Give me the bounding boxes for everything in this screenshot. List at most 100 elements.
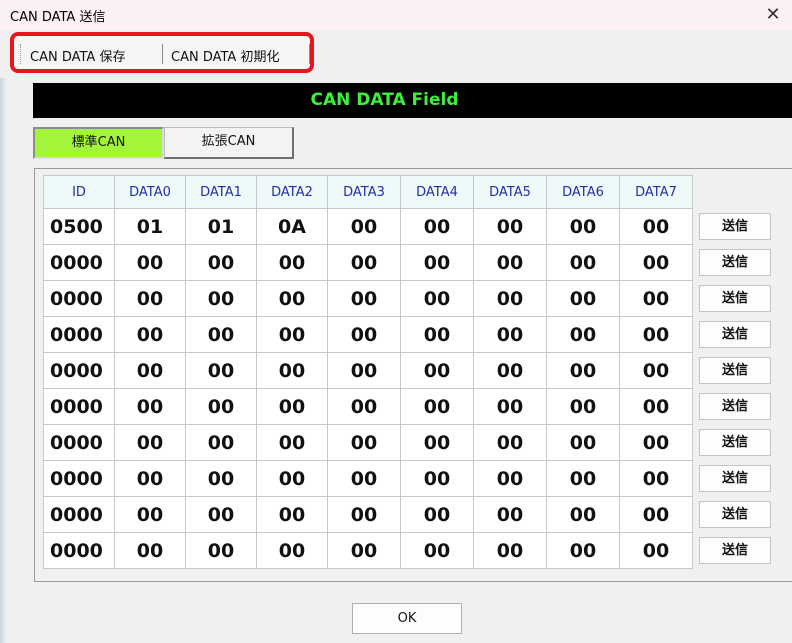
cell-data4[interactable]: 00 bbox=[400, 532, 474, 569]
cell-data7[interactable]: 00 bbox=[619, 388, 693, 425]
cell-data4[interactable]: 00 bbox=[400, 496, 474, 533]
tab-standard-can[interactable]: 標準CAN bbox=[33, 127, 164, 159]
cell-data4[interactable]: 00 bbox=[400, 424, 474, 461]
cell-id[interactable]: 0000 bbox=[43, 280, 115, 317]
cell-data2[interactable]: 00 bbox=[256, 424, 328, 461]
cell-data4[interactable]: 00 bbox=[400, 388, 474, 425]
cell-id[interactable]: 0000 bbox=[43, 460, 115, 497]
cell-data3[interactable]: 00 bbox=[327, 280, 401, 317]
cell-data2[interactable]: 0A bbox=[256, 208, 328, 245]
cell-data6[interactable]: 00 bbox=[546, 352, 620, 389]
cell-data1[interactable]: 00 bbox=[185, 532, 257, 569]
cell-data5[interactable]: 00 bbox=[473, 424, 547, 461]
cell-data2[interactable]: 00 bbox=[256, 496, 328, 533]
cell-data1[interactable]: 00 bbox=[185, 388, 257, 425]
cell-data5[interactable]: 00 bbox=[473, 316, 547, 353]
cell-data4[interactable]: 00 bbox=[400, 316, 474, 353]
cell-data3[interactable]: 00 bbox=[327, 460, 401, 497]
cell-data1[interactable]: 00 bbox=[185, 460, 257, 497]
cell-data3[interactable]: 00 bbox=[327, 244, 401, 281]
cell-data3[interactable]: 00 bbox=[327, 424, 401, 461]
send-button[interactable]: 送信 bbox=[699, 249, 771, 276]
cell-data1[interactable]: 00 bbox=[185, 352, 257, 389]
menu-item-initialize[interactable]: CAN DATA 初期化 bbox=[171, 46, 279, 65]
cell-data0[interactable]: 00 bbox=[114, 280, 186, 317]
cell-data7[interactable]: 00 bbox=[619, 280, 693, 317]
cell-data0[interactable]: 00 bbox=[114, 496, 186, 533]
cell-id[interactable]: 0000 bbox=[43, 424, 115, 461]
cell-data1[interactable]: 01 bbox=[185, 208, 257, 245]
cell-id[interactable]: 0500 bbox=[43, 208, 115, 245]
send-button[interactable]: 送信 bbox=[699, 465, 771, 492]
send-button[interactable]: 送信 bbox=[699, 285, 771, 312]
send-button[interactable]: 送信 bbox=[699, 501, 771, 528]
cell-data3[interactable]: 00 bbox=[327, 352, 401, 389]
cell-data5[interactable]: 00 bbox=[473, 388, 547, 425]
cell-data4[interactable]: 00 bbox=[400, 280, 474, 317]
cell-data5[interactable]: 00 bbox=[473, 532, 547, 569]
cell-data6[interactable]: 00 bbox=[546, 280, 620, 317]
cell-data7[interactable]: 00 bbox=[619, 352, 693, 389]
cell-data7[interactable]: 00 bbox=[619, 208, 693, 245]
cell-data5[interactable]: 00 bbox=[473, 208, 547, 245]
send-button[interactable]: 送信 bbox=[699, 393, 771, 420]
cell-data4[interactable]: 00 bbox=[400, 352, 474, 389]
cell-data1[interactable]: 00 bbox=[185, 496, 257, 533]
cell-data4[interactable]: 00 bbox=[400, 208, 474, 245]
tab-extended-can[interactable]: 拡張CAN bbox=[164, 127, 294, 159]
cell-data3[interactable]: 00 bbox=[327, 208, 401, 245]
cell-data4[interactable]: 00 bbox=[400, 244, 474, 281]
cell-data3[interactable]: 00 bbox=[327, 388, 401, 425]
cell-data2[interactable]: 00 bbox=[256, 352, 328, 389]
cell-data6[interactable]: 00 bbox=[546, 316, 620, 353]
cell-data5[interactable]: 00 bbox=[473, 280, 547, 317]
cell-data0[interactable]: 00 bbox=[114, 352, 186, 389]
cell-data2[interactable]: 00 bbox=[256, 460, 328, 497]
cell-data4[interactable]: 00 bbox=[400, 460, 474, 497]
cell-data3[interactable]: 00 bbox=[327, 316, 401, 353]
cell-data2[interactable]: 00 bbox=[256, 280, 328, 317]
cell-data5[interactable]: 00 bbox=[473, 460, 547, 497]
cell-data7[interactable]: 00 bbox=[619, 316, 693, 353]
cell-data0[interactable]: 00 bbox=[114, 424, 186, 461]
cell-id[interactable]: 0000 bbox=[43, 532, 115, 569]
cell-data2[interactable]: 00 bbox=[256, 316, 328, 353]
cell-data5[interactable]: 00 bbox=[473, 352, 547, 389]
send-button[interactable]: 送信 bbox=[699, 321, 771, 348]
cell-data1[interactable]: 00 bbox=[185, 424, 257, 461]
cell-data0[interactable]: 01 bbox=[114, 208, 186, 245]
cell-data2[interactable]: 00 bbox=[256, 244, 328, 281]
send-button[interactable]: 送信 bbox=[699, 213, 771, 240]
cell-data7[interactable]: 00 bbox=[619, 532, 693, 569]
cell-data6[interactable]: 00 bbox=[546, 460, 620, 497]
cell-id[interactable]: 0000 bbox=[43, 352, 115, 389]
cell-data7[interactable]: 00 bbox=[619, 496, 693, 533]
cell-data1[interactable]: 00 bbox=[185, 316, 257, 353]
send-button[interactable]: 送信 bbox=[699, 357, 771, 384]
cell-id[interactable]: 0000 bbox=[43, 244, 115, 281]
cell-data0[interactable]: 00 bbox=[114, 388, 186, 425]
cell-data7[interactable]: 00 bbox=[619, 244, 693, 281]
cell-data0[interactable]: 00 bbox=[114, 244, 186, 281]
cell-id[interactable]: 0000 bbox=[43, 496, 115, 533]
cell-data0[interactable]: 00 bbox=[114, 532, 186, 569]
menu-item-save[interactable]: CAN DATA 保存 bbox=[30, 46, 125, 65]
cell-data0[interactable]: 00 bbox=[114, 460, 186, 497]
cell-data6[interactable]: 00 bbox=[546, 532, 620, 569]
cell-data3[interactable]: 00 bbox=[327, 532, 401, 569]
cell-data6[interactable]: 00 bbox=[546, 244, 620, 281]
cell-data7[interactable]: 00 bbox=[619, 460, 693, 497]
cell-data1[interactable]: 00 bbox=[185, 244, 257, 281]
send-button[interactable]: 送信 bbox=[699, 429, 771, 456]
close-icon[interactable]: ✕ bbox=[760, 3, 786, 27]
cell-data6[interactable]: 00 bbox=[546, 424, 620, 461]
cell-id[interactable]: 0000 bbox=[43, 388, 115, 425]
cell-data3[interactable]: 00 bbox=[327, 496, 401, 533]
cell-data6[interactable]: 00 bbox=[546, 388, 620, 425]
cell-data5[interactable]: 00 bbox=[473, 496, 547, 533]
ok-button[interactable]: OK bbox=[352, 603, 462, 634]
cell-data7[interactable]: 00 bbox=[619, 424, 693, 461]
cell-data5[interactable]: 00 bbox=[473, 244, 547, 281]
cell-data2[interactable]: 00 bbox=[256, 532, 328, 569]
send-button[interactable]: 送信 bbox=[699, 537, 771, 564]
